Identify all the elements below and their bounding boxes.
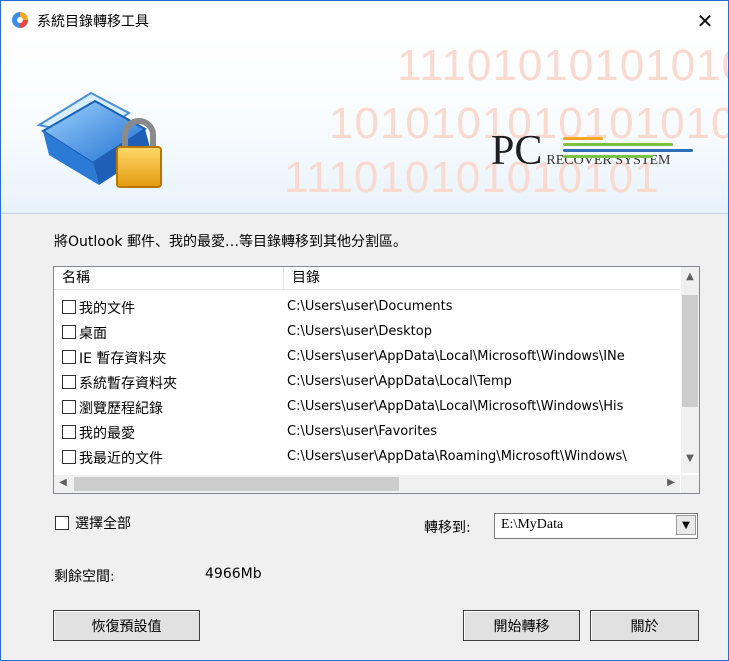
title-bar: 系統目錄轉移工具 ✕ [1, 1, 728, 41]
row-name: 我最近的文件 [79, 451, 163, 467]
destination-value: E:\MyData [501, 517, 564, 532]
list-item[interactable]: 我的最愛 C:\Users\user\Favorites [54, 420, 680, 445]
row-checkbox[interactable] [62, 325, 76, 339]
row-checkbox[interactable] [62, 450, 76, 464]
row-checkbox[interactable] [62, 425, 76, 439]
about-label: 關於 [630, 618, 659, 635]
scroll-corner [681, 475, 699, 493]
row-checkbox[interactable] [62, 350, 76, 364]
header-banner: 11101010101010101 1010101010101010100 11… [1, 41, 728, 214]
row-name: 我的文件 [79, 301, 135, 317]
list-item[interactable]: 瀏覽歷程紀錄 C:\Users\user\AppData\Local\Micro… [54, 395, 680, 420]
row-name: 我的最愛 [79, 426, 135, 442]
row-name: 桌面 [79, 326, 107, 342]
row-path: C:\Users\user\AppData\Local\Microsoft\Wi… [287, 349, 625, 364]
horizontal-scrollbar[interactable]: ◀ ▶ [54, 475, 680, 493]
list-item[interactable]: 我最近的文件 C:\Users\user\AppData\Roaming\Mic… [54, 445, 680, 470]
horizontal-scroll-thumb[interactable] [74, 477, 399, 491]
free-space-value: 4966Mb [205, 566, 262, 582]
move-to-label: 轉移到: [424, 520, 471, 536]
list-item[interactable]: 我的文件 C:\Users\user\Documents [54, 295, 680, 320]
column-header-name[interactable]: 名稱 [54, 267, 284, 289]
description-text: 將Outlook 郵件、我的最愛…等目錄轉移到其他分割區。 [54, 234, 407, 250]
list-item[interactable]: 系統暫存資料夾 C:\Users\user\AppData\Local\Temp [54, 370, 680, 395]
row-path: C:\Users\user\Documents [287, 299, 453, 314]
window-title: 系統目錄轉移工具 [37, 14, 149, 30]
main-window: 系統目錄轉移工具 ✕ 11101010101010101 10101010101… [0, 0, 729, 661]
brand-pc-text: PC [491, 128, 543, 174]
locked-folder-icon [36, 91, 162, 188]
destination-dropdown[interactable]: E:\MyData ▼ [494, 513, 698, 539]
select-all-checkbox[interactable] [55, 516, 69, 530]
row-path: C:\Users\user\AppData\Local\Microsoft\Wi… [287, 399, 624, 414]
start-transfer-label: 開始轉移 [493, 618, 550, 635]
close-button[interactable]: ✕ [682, 1, 728, 41]
row-checkbox[interactable] [62, 400, 76, 414]
restore-defaults-label: 恢復預設值 [91, 618, 162, 635]
row-path: C:\Users\user\AppData\Local\Temp [287, 374, 512, 389]
binary-text-line: 11101010101010101 [397, 41, 728, 90]
close-icon: ✕ [696, 9, 714, 33]
row-name: 瀏覽歷程紀錄 [79, 401, 163, 417]
brand-bars-icon [563, 137, 703, 173]
row-checkbox[interactable] [62, 375, 76, 389]
select-all[interactable]: 選擇全部 [55, 513, 131, 533]
vertical-scroll-thumb[interactable] [682, 295, 698, 407]
row-checkbox[interactable] [62, 300, 76, 314]
row-path: C:\Users\user\Favorites [287, 424, 438, 439]
column-header-path[interactable]: 目錄 [284, 267, 680, 289]
scroll-down-icon[interactable]: ▼ [681, 453, 699, 464]
list-item[interactable]: IE 暫存資料夾 C:\Users\user\AppData\Local\Mic… [54, 345, 680, 370]
restore-defaults-button[interactable]: 恢復預設值 [53, 610, 200, 641]
row-path: C:\Users\user\AppData\Roaming\Microsoft\… [287, 449, 627, 464]
row-name: IE 暫存資料夾 [79, 351, 167, 367]
folder-list[interactable]: 名稱 目錄 我的文件 C:\Users\user\Documents 桌面 C:… [53, 266, 700, 494]
chevron-down-icon[interactable]: ▼ [676, 515, 696, 535]
app-icon [12, 12, 28, 28]
list-header: 名稱 目錄 [54, 267, 680, 290]
row-path: C:\Users\user\Desktop [287, 324, 432, 339]
start-transfer-button[interactable]: 開始轉移 [463, 610, 580, 641]
about-button[interactable]: 關於 [590, 610, 699, 641]
scroll-up-icon[interactable]: ▲ [681, 271, 699, 282]
list-item[interactable]: 桌面 C:\Users\user\Desktop [54, 320, 680, 345]
select-all-label: 選擇全部 [75, 516, 131, 532]
scroll-right-icon[interactable]: ▶ [662, 477, 680, 488]
free-space-label: 剩餘空間: [54, 569, 115, 585]
vertical-scrollbar[interactable]: ▲ ▼ [681, 267, 699, 473]
scroll-left-icon[interactable]: ◀ [54, 477, 72, 488]
row-name: 系統暫存資料夾 [79, 376, 177, 392]
